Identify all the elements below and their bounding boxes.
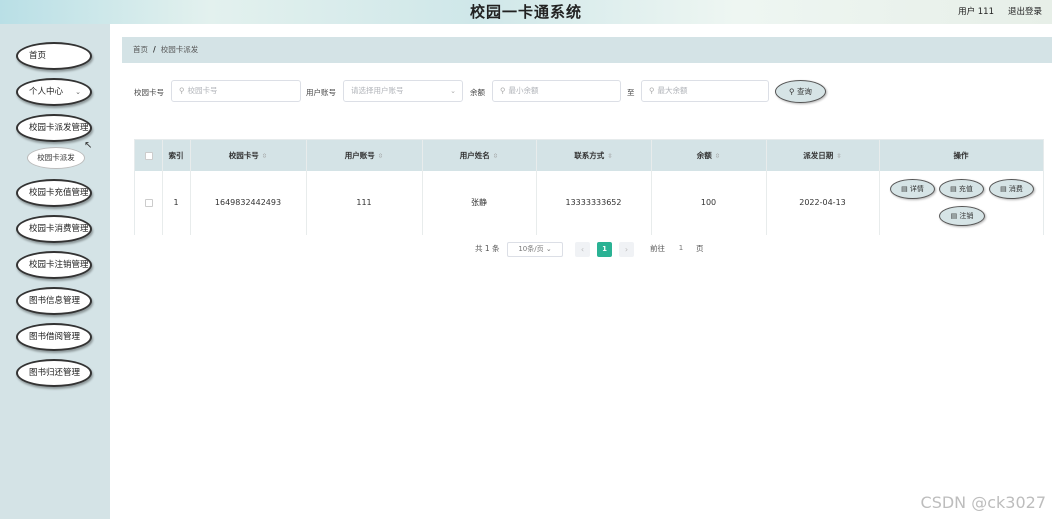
sidebar-item-label: 校园卡注销管理 bbox=[29, 260, 89, 270]
table-header: 索引 校园卡号 ⇳ 用户账号 ⇳ 用户姓名 ⇳ 联系方式 ⇳ 余额 ⇳ 派发日期 ⇳ 操作 bbox=[135, 140, 1043, 171]
sidebar-item-label: 个人中心 bbox=[29, 87, 64, 97]
recharge-button[interactable]: ▤ 充值 bbox=[939, 179, 984, 199]
goto-page-input[interactable]: 1 bbox=[671, 242, 691, 257]
sidebar-item-label: 校园卡消费管理 bbox=[29, 224, 89, 234]
sort-icon: ⇳ bbox=[836, 152, 842, 160]
detail-button[interactable]: ▤ 详情 bbox=[890, 179, 935, 199]
sidebar-item-card-recharge[interactable]: 校园卡充值管理 bbox=[16, 179, 92, 207]
search-icon: ⚲ bbox=[500, 86, 506, 95]
recharge-icon: ▤ bbox=[950, 185, 959, 193]
logout-link[interactable]: 退出登录 bbox=[1008, 5, 1042, 17]
sort-icon: ⇳ bbox=[261, 152, 268, 160]
balance-label: 余额 bbox=[470, 88, 485, 97]
sort-icon: ⇳ bbox=[607, 152, 613, 160]
range-to-label: 至 bbox=[627, 88, 635, 97]
sidebar-item-card-cancel[interactable]: 校园卡注销管理 bbox=[16, 251, 92, 279]
card-number-input[interactable]: ⚲ 校园卡号 bbox=[171, 80, 301, 102]
cell-phone: 13333333652 bbox=[565, 198, 622, 207]
app-title: 校园一卡通系统 bbox=[469, 3, 582, 21]
card-number-label: 校园卡号 bbox=[134, 88, 164, 97]
breadcrumb-separator: / bbox=[153, 45, 156, 54]
chevron-right-icon: › bbox=[624, 245, 629, 254]
chevron-down-icon: ⌄ bbox=[545, 245, 552, 253]
consume-icon: ▤ bbox=[1000, 185, 1009, 193]
sidebar-item-home[interactable]: 首页 bbox=[16, 42, 92, 70]
sort-icon: ⇳ bbox=[714, 152, 721, 160]
breadcrumb-current: 校园卡派发 bbox=[160, 45, 199, 54]
sidebar-item-label: 校园卡充值管理 bbox=[29, 188, 89, 198]
cell-index: 1 bbox=[173, 198, 179, 207]
column-header-phone[interactable]: 联系方式 ⇳ bbox=[536, 140, 651, 171]
cell-balance: 100 bbox=[700, 198, 717, 207]
cell-dispatch-date: 2022-04-13 bbox=[799, 198, 846, 207]
pagination-total: 共 1 条 bbox=[475, 244, 500, 253]
chevron-down-icon: ⌄ bbox=[450, 87, 456, 95]
sidebar-item-label: 首页 bbox=[29, 51, 47, 61]
mouse-cursor-icon: ↖ bbox=[84, 140, 93, 151]
current-user: 用户 111 bbox=[958, 7, 994, 17]
top-header: 校园一卡通系统 用户 111 退出登录 bbox=[0, 0, 1052, 24]
row-checkbox[interactable] bbox=[135, 171, 162, 235]
cell-card-number: 1649832442493 bbox=[214, 198, 282, 207]
max-balance-input[interactable]: ⚲ 最大余额 bbox=[641, 80, 769, 102]
sidebar-item-book-info[interactable]: 图书信息管理 bbox=[16, 287, 92, 315]
chevron-left-icon: ‹ bbox=[580, 245, 585, 254]
sidebar-item-card-dispatch[interactable]: 校园卡派发管理 bbox=[16, 114, 92, 142]
user-account-label: 用户账号 bbox=[306, 88, 336, 97]
consume-button[interactable]: ▤ 消费 bbox=[989, 179, 1034, 199]
sidebar-item-label: 图书信息管理 bbox=[29, 296, 81, 306]
breadcrumb-home[interactable]: 首页 bbox=[133, 45, 148, 54]
column-header-index: 索引 bbox=[168, 151, 184, 160]
user-account-select[interactable]: 请选择用户账号 ⌄ bbox=[343, 80, 463, 102]
column-header-dispatch-date[interactable]: 派发日期 ⇳ bbox=[766, 140, 879, 171]
column-header-actions: 操作 bbox=[953, 151, 969, 160]
breadcrumb: 首页 / 校园卡派发 bbox=[122, 37, 1052, 63]
search-icon: ⚲ bbox=[649, 86, 655, 95]
goto-label: 前往 bbox=[650, 244, 665, 253]
sort-icon: ⇳ bbox=[492, 152, 499, 160]
watermark: CSDN @ck3027 bbox=[920, 493, 1046, 512]
page-unit-label: 页 bbox=[696, 244, 704, 253]
sidebar-item-personal-center[interactable]: 个人中心 ⌄ bbox=[16, 78, 92, 106]
sidebar-item-card-consume[interactable]: 校园卡消费管理 bbox=[16, 215, 92, 243]
column-header-balance[interactable]: 余额 ⇳ bbox=[651, 140, 766, 171]
sidebar-item-label: 图书借阅管理 bbox=[29, 332, 81, 342]
column-header-user-name[interactable]: 用户姓名 ⇳ bbox=[422, 140, 536, 171]
next-page-button[interactable]: › bbox=[619, 242, 634, 257]
sort-icon: ⇳ bbox=[377, 152, 384, 160]
table-row: 1 1649832442493 111 张静 13333333652 100 2… bbox=[135, 171, 1043, 235]
select-all-checkbox[interactable] bbox=[135, 140, 162, 171]
page-number-current[interactable]: 1 bbox=[597, 242, 612, 257]
min-balance-input[interactable]: ⚲ 最小余额 bbox=[492, 80, 621, 102]
page-size-select[interactable]: 10条/页 ⌄ bbox=[507, 242, 563, 257]
sidebar-item-label: 校园卡派发管理 bbox=[29, 123, 89, 133]
cell-user-name: 张静 bbox=[471, 198, 487, 207]
sidebar-item-book-return[interactable]: 图书归还管理 bbox=[16, 359, 92, 387]
cancel-card-button[interactable]: ▤ 注销 bbox=[939, 206, 985, 226]
dispatch-table: 索引 校园卡号 ⇳ 用户账号 ⇳ 用户姓名 ⇳ 联系方式 ⇳ 余额 ⇳ 派发日期 ⇳ 操作 … bbox=[134, 139, 1044, 235]
prev-page-button[interactable]: ‹ bbox=[575, 242, 590, 257]
detail-icon: ▤ bbox=[901, 185, 910, 193]
cell-user-account: 111 bbox=[356, 198, 372, 207]
sidebar-item-label: 图书归还管理 bbox=[29, 368, 81, 378]
search-icon: ⚲ bbox=[179, 86, 185, 95]
column-header-card-number[interactable]: 校园卡号 ⇳ bbox=[190, 140, 306, 171]
column-header-user-account[interactable]: 用户账号 ⇳ bbox=[306, 140, 422, 171]
sidebar-item-book-borrow[interactable]: 图书借阅管理 bbox=[16, 323, 92, 351]
query-button[interactable]: ⚲ 查询 bbox=[775, 80, 826, 103]
chevron-down-icon: ⌄ bbox=[75, 88, 81, 96]
search-icon: ⚲ bbox=[789, 87, 797, 96]
sidebar-subitem-card-dispatch[interactable]: 校园卡派发 bbox=[27, 147, 85, 169]
